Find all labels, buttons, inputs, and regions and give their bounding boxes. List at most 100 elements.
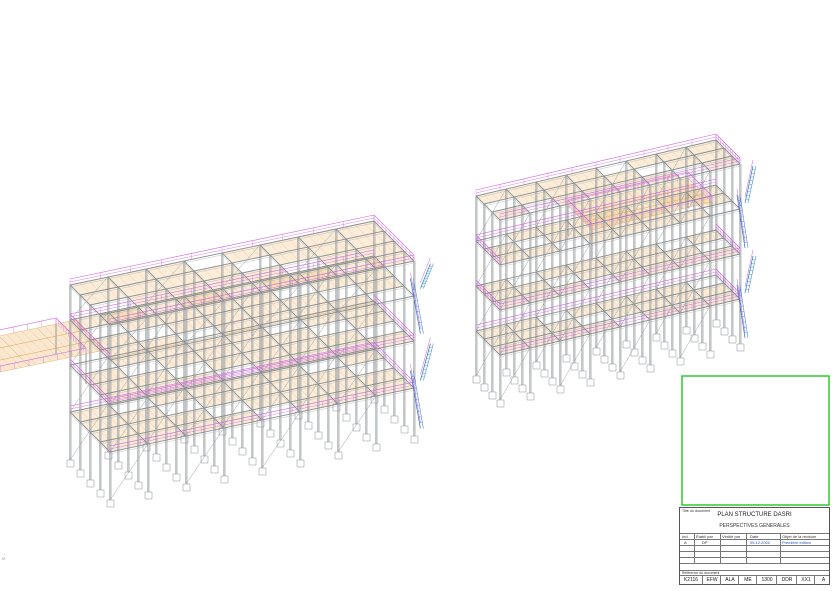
- stair-handrail: [420, 337, 431, 375]
- bracing: [185, 427, 225, 485]
- base-plate: [66, 459, 75, 468]
- base-plate: [638, 356, 647, 365]
- base-plate: [600, 355, 609, 364]
- base-plate: [258, 467, 267, 476]
- stair-handrail: [736, 278, 746, 332]
- base-plate: [548, 377, 557, 386]
- base-plate: [304, 421, 313, 430]
- base-plate: [400, 425, 409, 434]
- base-plate: [324, 441, 333, 450]
- base-plate: [586, 378, 595, 387]
- base-plate: [228, 437, 237, 446]
- stair-handrail: [744, 159, 754, 197]
- base-plate: [502, 368, 511, 377]
- drawing-subtitle: PERSPECTIVES GENERALES: [719, 523, 790, 529]
- base-plate: [334, 451, 343, 460]
- base-plate: [562, 354, 571, 363]
- base-plate: [496, 399, 505, 408]
- base-plate: [380, 405, 389, 414]
- base-plate: [182, 483, 191, 492]
- rev-date: 05.12.2022: [750, 540, 771, 545]
- reference-code-0: K2116: [683, 577, 699, 583]
- bracing: [261, 411, 301, 469]
- reference-code-2: ALA: [720, 575, 739, 585]
- rev-ind: A: [684, 540, 687, 545]
- base-plate: [518, 384, 527, 393]
- base-plate: [162, 463, 171, 472]
- header-etabli: Établi par: [696, 534, 713, 539]
- reference-code-4: 1300: [756, 575, 777, 585]
- base-plate: [372, 443, 381, 452]
- base-plate: [342, 413, 351, 422]
- base-plate: [698, 342, 707, 351]
- base-plate: [682, 326, 691, 335]
- base-plate: [540, 369, 549, 378]
- isometric-structure-drawing: [0, 133, 830, 508]
- stair-handrail: [736, 188, 746, 242]
- header-verifie: Vérifié par: [722, 534, 741, 539]
- reference-code-6: XX1: [796, 575, 815, 585]
- title-block: Titre du document PLAN STRUCTURE DASRI P…: [679, 507, 830, 585]
- reference-code-5: DDR: [776, 575, 797, 585]
- base-plate: [676, 357, 685, 366]
- base-plate: [410, 435, 419, 444]
- bracing: [109, 443, 149, 501]
- base-plate: [660, 341, 669, 350]
- base-plate: [134, 481, 143, 490]
- base-plate: [736, 343, 745, 352]
- base-plate: [706, 350, 715, 359]
- base-plate: [646, 364, 655, 373]
- base-plate: [668, 349, 677, 358]
- viewport-frame: [681, 375, 830, 506]
- base-plate: [104, 451, 113, 460]
- bracing: [337, 395, 377, 453]
- base-plate: [172, 473, 181, 482]
- reference-code-3: ME: [738, 575, 757, 585]
- base-plate: [712, 319, 721, 328]
- base-plate: [86, 479, 95, 488]
- base-plate: [220, 475, 229, 484]
- base-plate: [114, 461, 123, 470]
- base-plate: [556, 385, 565, 394]
- base-plate: [578, 370, 587, 379]
- rev-objet: Première édition: [782, 540, 812, 545]
- base-plate: [570, 362, 579, 371]
- base-plate: [286, 449, 295, 458]
- base-plate: [238, 447, 247, 456]
- base-plate: [96, 489, 105, 498]
- base-plate: [390, 415, 399, 424]
- base-plate: [592, 347, 601, 356]
- header-objet: Objet de la révision: [782, 534, 817, 539]
- base-plate: [526, 392, 535, 401]
- base-plate: [652, 333, 661, 342]
- base-plate: [296, 459, 305, 468]
- base-plate: [106, 499, 115, 508]
- base-plate: [690, 334, 699, 343]
- right-structure: [472, 133, 757, 408]
- reference-code-1: EFW: [702, 575, 721, 585]
- base-plate: [480, 383, 489, 392]
- base-plate: [630, 348, 639, 357]
- base-plate: [152, 453, 161, 462]
- left-structure: [0, 214, 434, 508]
- base-plate: [144, 491, 153, 500]
- base-plate: [472, 375, 481, 384]
- base-plate: [608, 363, 617, 372]
- base-plate: [190, 445, 199, 454]
- base-plate: [266, 429, 275, 438]
- header-ind: Ind.: [682, 534, 689, 539]
- base-plate: [728, 335, 737, 344]
- base-plate: [616, 371, 625, 380]
- base-plate: [248, 457, 257, 466]
- base-plate: [622, 340, 631, 349]
- base-plate: [362, 433, 371, 442]
- base-plate: [210, 465, 219, 474]
- rev-etabli: DP: [702, 540, 708, 545]
- base-plate: [720, 327, 729, 336]
- stair-handrail: [744, 249, 754, 287]
- header-date: Date: [750, 534, 759, 539]
- base-plate: [532, 361, 541, 370]
- sidebar-text: © ...: [1, 552, 6, 560]
- base-plate: [76, 469, 85, 478]
- base-plate: [314, 431, 323, 440]
